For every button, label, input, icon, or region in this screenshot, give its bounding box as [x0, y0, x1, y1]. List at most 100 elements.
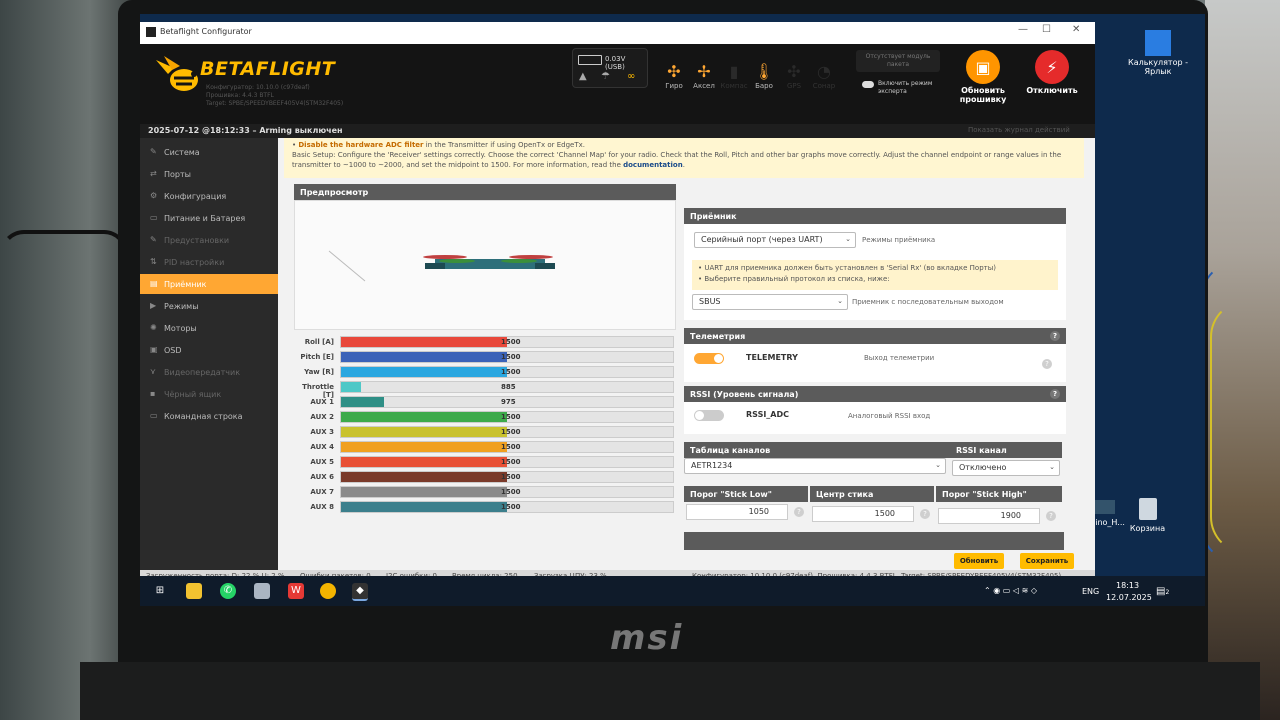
sidebar-item-pid[interactable]: ⇅ PID настройки	[140, 252, 278, 272]
close-button[interactable]: ✕	[1072, 24, 1080, 35]
channel-track: 1500	[340, 366, 674, 378]
trash-icon	[1138, 498, 1157, 520]
windows-start-icon[interactable]: ⊞	[152, 583, 168, 599]
rssi-adc-toggle[interactable]	[694, 410, 724, 421]
blackbox-icon: ▪	[150, 389, 156, 398]
channel-row: AUX 7 1500	[294, 486, 674, 498]
channel-fill	[341, 397, 384, 407]
clock-date[interactable]: 12.07.2025	[1106, 593, 1152, 602]
stick-high-input[interactable]: 1900	[938, 508, 1040, 524]
sensor-accel: ✢ Аксел	[690, 62, 718, 90]
mag-icon: ▮	[729, 62, 739, 81]
language-indicator[interactable]: ENG	[1082, 587, 1099, 596]
sidebar-item-gear[interactable]: ⚙ Конфигурация	[140, 186, 278, 206]
chevron-down-icon: ⌄	[837, 297, 843, 305]
serial-provider-select[interactable]: SBUS ⌄	[692, 294, 848, 310]
baro-icon: 🌡	[753, 62, 775, 81]
title-bar: Betaflight Configurator — ☐ ✕	[140, 22, 1095, 44]
betaflight-taskbar-icon[interactable]: ◆	[352, 583, 368, 601]
channel-fill	[341, 337, 507, 347]
presets-icon: ✎	[150, 235, 157, 244]
channel-label: Roll [A]	[304, 338, 334, 346]
sidebar-item-label: Видеопередатчик	[164, 368, 241, 377]
help-icon[interactable]: ?	[1046, 511, 1056, 521]
channel-map-select[interactable]: AETR1234 ⌄	[684, 458, 946, 474]
help-icon[interactable]: ?	[1050, 389, 1060, 399]
battery-widget: 0.03V (USB) ▲ ☂ ∞	[572, 48, 648, 88]
tablet-app-icon[interactable]	[254, 583, 270, 599]
expert-mode-toggle[interactable]	[862, 81, 874, 88]
update-firmware-button[interactable]: ▣ Обновить прошивку	[956, 50, 1010, 104]
documentation-link[interactable]: documentation	[623, 161, 683, 169]
channel-value: 1500	[501, 413, 521, 421]
sidebar-item-cli[interactable]: ▭ Командная строка	[140, 406, 278, 426]
save-button[interactable]: Сохранить	[1020, 553, 1074, 569]
receiver-mode-select[interactable]: Серийный порт (через UART) ⌄	[694, 232, 856, 248]
stick-low-header: Порог "Stick Low"	[684, 486, 808, 502]
sidebar-item-receiver[interactable]: ▤ Приёмник	[140, 274, 278, 294]
chrome-icon[interactable]	[320, 583, 336, 599]
channel-track: 1500	[340, 351, 674, 363]
rssi-adc-hint: Аналоговый RSSI вход	[848, 412, 931, 420]
channel-row: AUX 6 1500	[294, 471, 674, 483]
setup-notice: • Disable the hardware ADC filter in the…	[284, 138, 1084, 178]
channel-value: 1500	[501, 503, 521, 511]
help-icon[interactable]: ?	[794, 507, 804, 517]
rssi-channel-select[interactable]: Отключено ⌄	[952, 460, 1060, 476]
quad-model	[423, 255, 555, 269]
minimize-button[interactable]: —	[1018, 24, 1028, 35]
channel-label: Yaw [R]	[304, 368, 334, 376]
sidebar-item-vtx[interactable]: ⋎ Видеопередатчик	[140, 362, 278, 382]
file-explorer-icon[interactable]	[186, 583, 202, 599]
channel-track: 1500	[340, 501, 674, 513]
refresh-button[interactable]: Обновить	[954, 553, 1004, 569]
app-icon	[146, 27, 156, 37]
channel-value: 1500	[501, 488, 521, 496]
help-icon[interactable]: ?	[1042, 359, 1052, 369]
desktop-icon-calculator[interactable]: Калькулятор - Ярлык	[1128, 30, 1188, 76]
show-log-link[interactable]: Показать журнал действий	[968, 126, 1070, 134]
sidebar-item-presets[interactable]: ✎ Предустановки	[140, 230, 278, 250]
wps-office-icon[interactable]: W	[288, 583, 304, 599]
sidebar-item-label: Чёрный ящик	[164, 390, 222, 399]
sidebar-item-wrench[interactable]: ✎ Система	[140, 142, 278, 162]
receiver-icon: ▤	[150, 279, 158, 288]
chevron-down-icon: ⌄	[935, 461, 941, 469]
channel-row: AUX 3 1500	[294, 426, 674, 438]
clock-time[interactable]: 18:13	[1116, 581, 1139, 590]
channel-value: 1500	[501, 473, 521, 481]
stick-low-input[interactable]: 1050	[686, 504, 788, 520]
whatsapp-icon[interactable]: ✆	[220, 583, 236, 599]
notification-icon[interactable]: ▤2	[1156, 586, 1169, 597]
laptop-base	[80, 662, 1260, 720]
screen: Калькулятор - Ярлык duino_H... Корзина B…	[140, 14, 1205, 606]
disconnect-button[interactable]: ⚡ Отключить	[1024, 50, 1080, 95]
maximize-button[interactable]: ☐	[1042, 24, 1051, 35]
channel-value: 975	[501, 398, 516, 406]
sidebar-item-motors[interactable]: ✺ Моторы	[140, 318, 278, 338]
channel-fill	[341, 457, 507, 467]
channel-label: AUX 1	[310, 398, 334, 406]
telemetry-toggle[interactable]	[694, 353, 724, 364]
channel-value: 1500	[501, 353, 521, 361]
channel-row: AUX 8 1500	[294, 501, 674, 513]
betaflight-window: Betaflight Configurator — ☐ ✕ BETAFLIGHT…	[140, 22, 1095, 582]
telemetry-label: TELEMETRY	[746, 353, 798, 362]
accel-icon: ✢	[697, 62, 711, 81]
sensor-label: Аксел	[693, 82, 715, 90]
stick-center-input[interactable]: 1500	[812, 506, 914, 522]
sidebar-item-label: Конфигурация	[164, 192, 227, 201]
desktop-icon-trash[interactable]: Корзина	[1125, 498, 1170, 533]
modes-icon: ▶	[150, 301, 157, 310]
sidebar-item-osd[interactable]: ▣ OSD	[140, 340, 278, 360]
channel-fill	[341, 472, 507, 482]
sidebar-item-blackbox[interactable]: ▪ Чёрный ящик	[140, 384, 278, 404]
sidebar-item-battery[interactable]: ▭ Питание и Батарея	[140, 208, 278, 228]
help-icon[interactable]: ?	[1050, 331, 1060, 341]
sidebar-item-ports[interactable]: ⇄ Порты	[140, 164, 278, 184]
help-icon[interactable]: ?	[920, 509, 930, 519]
chevron-down-icon: ⌄	[845, 235, 851, 243]
header: BETAFLIGHT Конфигуратор: 10.10.0 (c97dea…	[140, 44, 1095, 124]
channel-track: 975	[340, 396, 674, 408]
sidebar-item-modes[interactable]: ▶ Режимы	[140, 296, 278, 316]
